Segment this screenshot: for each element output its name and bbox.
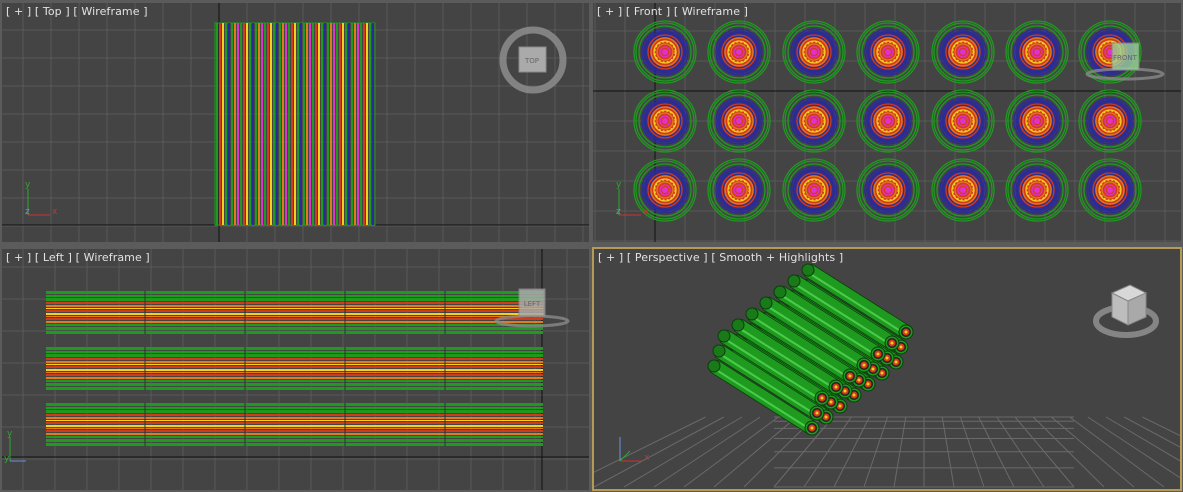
shading-mode-label[interactable]: [ Smooth + Highlights ] <box>711 251 843 264</box>
svg-text:y: y <box>4 454 10 464</box>
cable-cross-section <box>1005 20 1069 84</box>
axis-tripod: x <box>619 437 650 463</box>
viewcube-left[interactable]: LEFT <box>494 288 570 328</box>
viewport-left[interactable]: [ + ] [ Left ] [ Wireframe ] LEFT y y <box>2 249 589 490</box>
cable-cross-section <box>707 89 771 153</box>
viewcube-top[interactable]: TOP <box>499 26 567 94</box>
cable-cross-section <box>633 20 697 84</box>
shading-mode-label[interactable]: [ Wireframe ] <box>73 5 147 18</box>
cable-cross-section <box>856 158 920 222</box>
cable-cross-section <box>1078 89 1142 153</box>
svg-text:y: y <box>616 180 622 190</box>
viewport-label-perspective: [ + ] [ Perspective ] [ Smooth + Highlig… <box>598 251 843 264</box>
top-view-scene: TOP y x z <box>2 3 589 242</box>
cable-cross-section <box>633 89 697 153</box>
viewport-label-left: [ + ] [ Left ] [ Wireframe ] <box>6 251 150 264</box>
cable-cross-section <box>931 89 995 153</box>
viewport-menu-button[interactable]: [ + ] <box>6 5 31 18</box>
viewport-top[interactable]: [ + ] [ Top ] [ Wireframe ] TOP y x z <box>2 3 589 242</box>
cable-cross-section <box>931 158 995 222</box>
cable-bundle-top <box>214 22 376 226</box>
cable-cross-section <box>856 20 920 84</box>
perspective-scene: x <box>594 263 1180 488</box>
viewcube-label: FRONT <box>1113 54 1138 62</box>
front-view-scene: FRONT y x z <box>593 3 1181 242</box>
viewcube-label: TOP <box>524 57 539 65</box>
view-type-label[interactable]: [ Left ] <box>35 251 72 264</box>
svg-text:z: z <box>616 207 621 217</box>
view-type-label[interactable]: [ Top ] <box>35 5 70 18</box>
cable-cross-section <box>782 89 846 153</box>
cable-row <box>46 347 543 390</box>
svg-text:x: x <box>643 207 649 217</box>
view-type-label[interactable]: [ Perspective ] <box>627 251 708 264</box>
viewport-menu-button[interactable]: [ + ] <box>597 5 622 18</box>
cable-cross-section <box>1005 158 1069 222</box>
svg-text:x: x <box>644 453 650 463</box>
cable-cross-section <box>1005 89 1069 153</box>
svg-text:x: x <box>52 207 58 217</box>
cable-cross-section <box>782 158 846 222</box>
cable-cross-section <box>707 158 771 222</box>
svg-text:y: y <box>25 180 31 190</box>
viewport-front[interactable]: [ + ] [ Front ] [ Wireframe ] FRONT y x … <box>593 3 1181 242</box>
svg-text:z: z <box>25 207 30 217</box>
cable-cross-section <box>856 89 920 153</box>
cable-cross-section <box>931 20 995 84</box>
viewport-menu-button[interactable]: [ + ] <box>6 251 31 264</box>
viewcube-label: LEFT <box>524 300 541 308</box>
viewport-menu-button[interactable]: [ + ] <box>598 251 623 264</box>
cable-row <box>46 403 543 446</box>
cable-cross-section <box>782 20 846 84</box>
viewport-label-top: [ + ] [ Top ] [ Wireframe ] <box>6 5 148 18</box>
left-view-scene: LEFT y y <box>2 249 589 490</box>
cable-cross-section <box>1078 158 1142 222</box>
view-type-label[interactable]: [ Front ] <box>626 5 670 18</box>
cable-bundle-3d <box>707 263 914 436</box>
cable-cross-section <box>707 20 771 84</box>
shading-mode-label[interactable]: [ Wireframe ] <box>674 5 748 18</box>
cable-row <box>46 291 543 334</box>
svg-text:y: y <box>7 429 13 439</box>
viewport-label-front: [ + ] [ Front ] [ Wireframe ] <box>597 5 748 18</box>
viewport-perspective[interactable]: [ + ] [ Perspective ] [ Smooth + Highlig… <box>592 247 1182 491</box>
shading-mode-label[interactable]: [ Wireframe ] <box>76 251 150 264</box>
perspective-grid <box>594 416 1180 488</box>
viewcube-perspective[interactable] <box>1093 284 1159 338</box>
cable-rows-side <box>46 291 543 446</box>
